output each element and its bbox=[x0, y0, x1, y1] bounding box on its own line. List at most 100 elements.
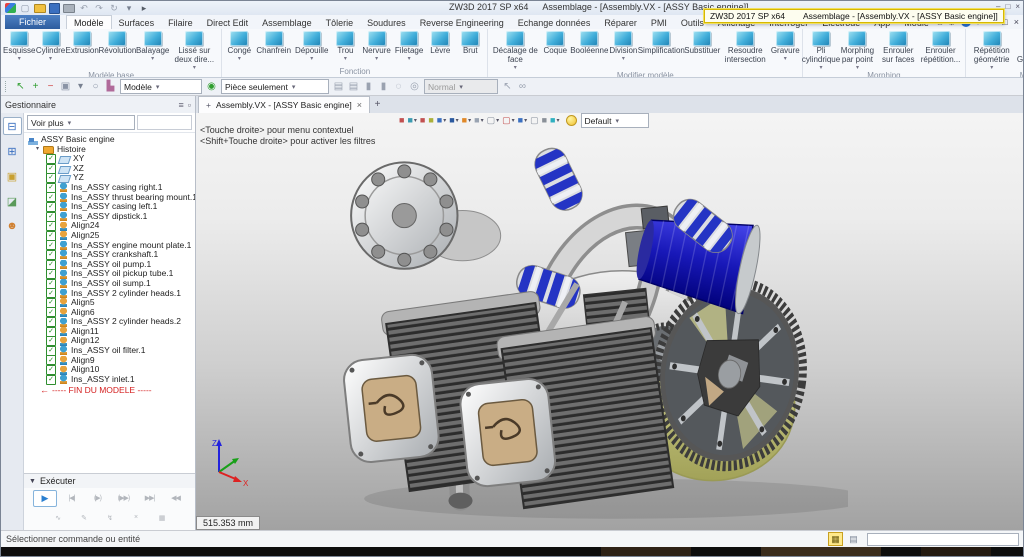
ribbon-button[interactable]: Pli cylindrique ▾ bbox=[805, 30, 837, 71]
expand-caret-icon[interactable]: ▾ bbox=[36, 145, 43, 155]
ribbon-button[interactable]: Gravure ▾ bbox=[770, 30, 800, 62]
visibility-checkbox[interactable]: ✓ bbox=[46, 375, 56, 385]
menu-tab[interactable]: Echange données bbox=[511, 15, 598, 29]
tree-item[interactable]: ✓ Ins_ASSY oil filter.1 bbox=[24, 346, 195, 356]
menu-tab[interactable]: Soudures bbox=[360, 15, 413, 29]
panel-menu-icon[interactable]: ≡ bbox=[179, 100, 184, 110]
menu-tab[interactable]: Réparer bbox=[597, 15, 644, 29]
sort-list-alt-icon[interactable]: ▤ bbox=[347, 80, 360, 93]
end-of-model-marker[interactable]: ← ----- FIN DU MODELE ----- bbox=[24, 384, 195, 395]
menu-tab[interactable]: Assemblage bbox=[255, 15, 319, 29]
tree-history-node[interactable]: ▾ Histoire bbox=[24, 145, 195, 155]
visibility-checkbox[interactable]: ✓ bbox=[46, 164, 56, 174]
ribbon-button[interactable]: Nervure ▾ bbox=[360, 30, 392, 62]
visibility-checkbox[interactable]: ✓ bbox=[46, 288, 56, 298]
print-icon[interactable] bbox=[63, 4, 75, 13]
regen-icon[interactable]: ↻ bbox=[108, 3, 120, 14]
save-state-button[interactable]: ▦ bbox=[151, 510, 173, 525]
ribbon-button[interactable]: Brut ▾ bbox=[455, 30, 485, 56]
ribbon-button[interactable]: Booléenne ▾ bbox=[570, 30, 608, 56]
prompt-history-icon[interactable]: ▦ bbox=[828, 532, 843, 546]
tab-close-icon[interactable]: × bbox=[357, 100, 362, 110]
ribbon-button[interactable]: Extrusion ▾ bbox=[66, 30, 99, 56]
scope-select[interactable]: Pièce seulement ▾ bbox=[221, 79, 329, 94]
remove-selection-icon[interactable]: − bbox=[44, 80, 57, 93]
visibility-checkbox[interactable]: ✓ bbox=[46, 355, 56, 365]
tree-root-node[interactable]: ASSY Basic engine bbox=[24, 135, 195, 145]
display-style-select[interactable]: Default ▾ bbox=[581, 113, 649, 128]
visibility-checkbox[interactable]: ✓ bbox=[46, 269, 56, 279]
visibility-checkbox[interactable]: ✓ bbox=[46, 221, 56, 231]
menu-tab[interactable]: PMI bbox=[644, 15, 674, 29]
ribbon-button[interactable]: Dépouille ▾ bbox=[293, 30, 330, 62]
play-to-breakpoint-button[interactable]: |◀| bbox=[61, 490, 83, 505]
visibility-checkbox[interactable]: ✓ bbox=[46, 183, 56, 193]
tree-filter-select[interactable]: Voir plus ▾ bbox=[27, 115, 135, 130]
ribbon-button[interactable]: Enrouler répétition... ▾ bbox=[918, 30, 962, 65]
ribbon-button[interactable]: Lissé sur deux dire... ▾ bbox=[169, 30, 219, 71]
erase-marker-icon[interactable]: ■ bbox=[420, 116, 425, 125]
execute-header[interactable]: ▼ Exécuter bbox=[24, 474, 195, 488]
shade-view-icon[interactable]: ■ bbox=[407, 116, 416, 125]
history-manager-icon[interactable]: ⊟ bbox=[3, 117, 22, 135]
window-zoom-icon[interactable]: ▢ bbox=[487, 116, 500, 125]
tree-item[interactable]: ✓ Ins_ASSY 2 cylinder heads.2 bbox=[24, 317, 195, 327]
level-select[interactable]: Modèle ▾ bbox=[120, 79, 202, 94]
curve-tool-button[interactable]: ∿ bbox=[47, 510, 69, 525]
add-selection-icon[interactable]: + bbox=[29, 80, 42, 93]
tree-item[interactable]: ✓ Ins_ASSY 2 cylinder heads.1 bbox=[24, 289, 195, 299]
ribbon-button[interactable]: Enrouler sur faces ▾ bbox=[878, 30, 918, 65]
isolate-icon[interactable]: ◎ bbox=[408, 80, 421, 93]
ribbon-button[interactable]: Trou ▾ bbox=[330, 30, 360, 62]
undo-icon[interactable]: ↶ bbox=[78, 3, 90, 14]
play-button[interactable]: ▶ bbox=[33, 490, 57, 507]
light-bulb-icon[interactable] bbox=[566, 115, 577, 126]
background-icon[interactable]: ■ bbox=[542, 116, 547, 125]
step-play-button[interactable]: (▶) bbox=[87, 490, 109, 505]
visibility-checkbox[interactable]: ✓ bbox=[46, 154, 56, 164]
assembly-manager-icon[interactable]: ⊞ bbox=[3, 142, 22, 160]
clip-plane-icon[interactable]: ▢ bbox=[502, 116, 515, 125]
ribbon-button[interactable]: Resoudre intersection ▾ bbox=[720, 30, 770, 65]
ribbon-button[interactable]: Lèvre ▾ bbox=[425, 30, 455, 56]
app-logo[interactable] bbox=[5, 3, 16, 13]
ribbon-button[interactable]: Cylindre ▾ bbox=[36, 30, 66, 62]
multi-view-icon[interactable]: ■ bbox=[518, 116, 527, 125]
pick-cursor-icon[interactable]: ↖ bbox=[501, 80, 514, 93]
tree-item[interactable]: ✓ Align24 bbox=[24, 221, 195, 231]
visibility-checkbox[interactable]: ✓ bbox=[46, 260, 56, 270]
role-manager-icon[interactable]: ☻ bbox=[3, 217, 22, 235]
ribbon-button[interactable]: Chanfrein ▾ bbox=[254, 30, 293, 56]
column-display-alt-icon[interactable]: ▮ bbox=[377, 80, 390, 93]
ribbon-button[interactable]: Répétition géométrie ▾ bbox=[968, 30, 1016, 71]
edit-button[interactable]: ✎ bbox=[73, 510, 95, 525]
viewport-canvas[interactable]: ■ ■ ■ ■ ■ ■ ■ ■ bbox=[196, 113, 1023, 530]
visibility-checkbox[interactable]: ✓ bbox=[46, 202, 56, 212]
menu-tab[interactable]: Surfaces bbox=[112, 15, 162, 29]
exit-environment-icon[interactable]: ■ bbox=[399, 116, 404, 125]
visibility-checkbox[interactable]: ✓ bbox=[46, 192, 56, 202]
restore-icon[interactable]: □ bbox=[1005, 2, 1010, 11]
menu-tab[interactable]: Reverse Engineering bbox=[413, 15, 511, 29]
visibility-checkbox[interactable]: ✓ bbox=[46, 317, 56, 327]
tree-item[interactable]: ✓ Align5 bbox=[24, 298, 195, 308]
visibility-checkbox[interactable]: ✓ bbox=[46, 250, 56, 260]
ribbon-button[interactable]: Esquisse ▾ bbox=[3, 30, 36, 62]
tree-item[interactable]: ✓ Align9 bbox=[24, 356, 195, 366]
link-icon[interactable]: ∞ bbox=[516, 80, 529, 93]
delete-button[interactable]: × bbox=[125, 510, 147, 525]
image-capture-icon[interactable]: ■ bbox=[474, 116, 483, 125]
new-tab-button[interactable]: + bbox=[370, 96, 385, 113]
run-defer-button[interactable]: ↯ bbox=[99, 510, 121, 525]
close-icon[interactable]: × bbox=[1015, 2, 1020, 11]
menu-tab[interactable]: Fichier bbox=[5, 15, 60, 29]
command-input[interactable] bbox=[867, 533, 1019, 546]
qat-caret-icon[interactable]: ▾ bbox=[123, 3, 135, 14]
document-tab[interactable]: + Assembly.VX - [ASSY Basic engine] × bbox=[198, 96, 370, 113]
visibility-checkbox[interactable]: ✓ bbox=[46, 346, 56, 356]
ribbon-button[interactable]: Balayage ▾ bbox=[136, 30, 169, 62]
wireframe-display-icon[interactable]: ■ bbox=[449, 116, 458, 125]
menu-tab[interactable]: Direct Edit bbox=[200, 15, 256, 29]
rotate-view-icon[interactable]: ■ bbox=[462, 116, 471, 125]
tree-item[interactable]: ✓ XY bbox=[24, 154, 195, 164]
